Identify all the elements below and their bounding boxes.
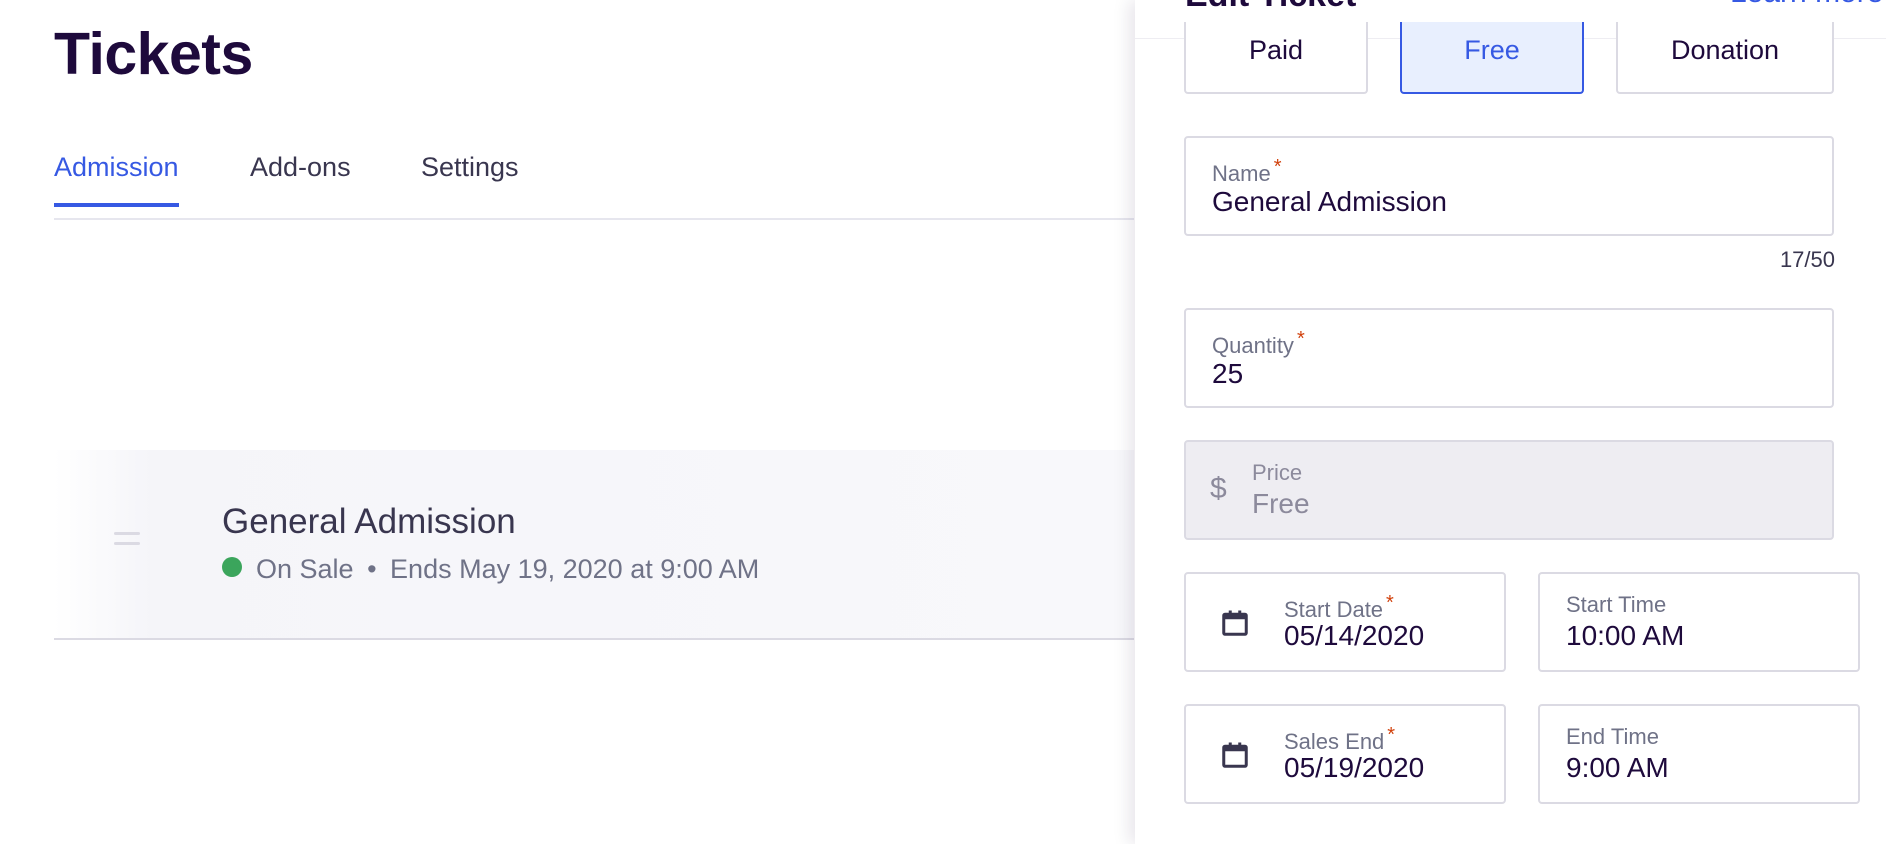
type-paid-button[interactable]: Paid: [1184, 22, 1368, 94]
type-donation-button[interactable]: Donation: [1616, 22, 1834, 94]
quantity-value[interactable]: 25: [1212, 358, 1243, 390]
sales-end-field[interactable]: Sales End * 05/19/2020: [1184, 704, 1506, 804]
start-date-label: Start Date *: [1284, 592, 1394, 622]
required-marker: *: [1296, 328, 1305, 350]
tab-add-ons[interactable]: Add-ons: [250, 152, 351, 203]
sales-end-label: Sales End *: [1284, 724, 1396, 754]
drag-handle-icon[interactable]: [114, 532, 140, 552]
ticket-status: On Sale • Ends May 19, 2020 at 9:00 AM: [222, 554, 759, 585]
separator-dot: •: [367, 554, 377, 584]
learn-more-link[interactable]: Learn more: [1730, 0, 1883, 10]
calendar-icon: [1222, 742, 1248, 768]
start-time-label: Start Time: [1566, 592, 1667, 617]
drawer-title: Edit Ticket: [1185, 0, 1356, 15]
price-field: $ Price Free: [1184, 440, 1834, 540]
end-time-field[interactable]: End Time 9:00 AM: [1538, 704, 1860, 804]
page-title: Tickets: [54, 21, 253, 87]
required-marker: *: [1273, 156, 1282, 178]
quantity-label: Quantity *: [1212, 328, 1305, 358]
end-time-value[interactable]: 9:00 AM: [1566, 752, 1669, 784]
status-dot-icon: [222, 557, 242, 577]
name-label: Name *: [1212, 156, 1282, 186]
price-label: Price: [1252, 460, 1303, 485]
tab-admission[interactable]: Admission: [54, 152, 179, 207]
required-marker: *: [1386, 592, 1394, 614]
tab-settings[interactable]: Settings: [421, 152, 519, 203]
price-value: Free: [1252, 488, 1310, 519]
name-value[interactable]: General Admission: [1212, 186, 1447, 218]
start-time-field[interactable]: Start Time 10:00 AM: [1538, 572, 1860, 672]
ticket-end-date: Ends May 19, 2020 at 9:00 AM: [390, 554, 760, 584]
name-char-count: 17/50: [1779, 247, 1835, 272]
start-date-value[interactable]: 05/14/2020: [1284, 620, 1424, 652]
type-free-button[interactable]: Free: [1400, 22, 1584, 94]
status-label: On Sale: [256, 554, 354, 584]
start-date-field[interactable]: Start Date * 05/14/2020: [1184, 572, 1506, 672]
ticket-tabs: Admission Add-ons Settings: [54, 140, 1134, 220]
ticket-name: General Admission: [222, 502, 516, 541]
edit-ticket-drawer: Edit Ticket Learn more Paid Free Donatio…: [1135, 0, 1886, 844]
calendar-icon: [1222, 610, 1248, 636]
dollar-icon: $: [1210, 472, 1227, 505]
sales-end-value[interactable]: 05/19/2020: [1284, 752, 1424, 784]
ticket-row[interactable]: General Admission On Sale • Ends May 19,…: [54, 450, 1134, 640]
name-field[interactable]: Name * General Admission: [1184, 136, 1834, 236]
quantity-field[interactable]: Quantity * 25: [1184, 308, 1834, 408]
end-time-label: End Time: [1566, 724, 1659, 749]
start-time-value[interactable]: 10:00 AM: [1566, 620, 1684, 652]
required-marker: *: [1387, 724, 1396, 746]
